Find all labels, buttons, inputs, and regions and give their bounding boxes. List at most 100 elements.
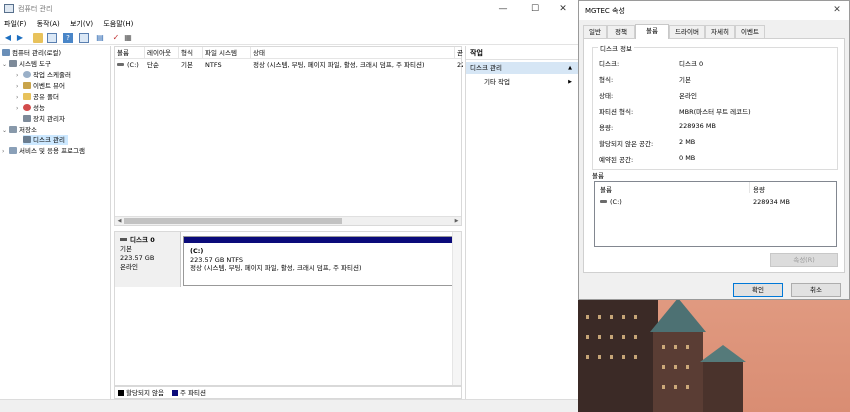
volumes-header-capacity[interactable]: 용량 — [753, 184, 765, 194]
type-cell: 기본 — [181, 61, 193, 69]
expand-arrow-icon[interactable]: › — [16, 104, 23, 114]
collapse-arrow-icon[interactable]: ⌄ — [2, 60, 9, 70]
column-header-layout[interactable]: 레이아웃 — [145, 47, 179, 59]
disk-state: 온라인 — [120, 263, 138, 271]
column-divider[interactable] — [749, 182, 750, 193]
partition-c[interactable]: (C:) 223.57 GB NTFS 정상 (시스템, 부팅, 페이지 파일,… — [183, 236, 459, 286]
menu-view[interactable]: 보기(V) — [66, 18, 97, 30]
tab-volumes[interactable]: 볼륨 — [635, 24, 669, 39]
maximize-button[interactable]: ☐ — [520, 0, 550, 18]
horizontal-scrollbar[interactable]: ◀ ▶ — [115, 216, 461, 225]
help-icon[interactable]: ? — [63, 33, 73, 43]
action-more-actions[interactable]: 기타 작업 ▶ — [466, 76, 578, 88]
column-header-type[interactable]: 형식 — [179, 47, 203, 59]
checklist-icon[interactable]: ✓ — [111, 33, 121, 43]
column-header-file-system[interactable]: 파일 시스템 — [203, 47, 251, 59]
collapse-triangle-icon[interactable]: ▲ — [568, 62, 572, 74]
vertical-scrollbar[interactable] — [452, 232, 461, 385]
menu-help[interactable]: 도움말(H) — [99, 18, 137, 30]
field-value-type: 기본 — [679, 76, 691, 84]
volume-properties-button[interactable]: 속성(R) — [770, 253, 838, 267]
tree-item-shared-folders[interactable]: › 공유 폴더 — [16, 92, 59, 102]
show-hide-console-tree-icon[interactable] — [47, 33, 57, 43]
up-folder-icon[interactable] — [33, 33, 43, 43]
submenu-triangle-icon: ▶ — [568, 79, 572, 85]
show-hide-action-pane-icon[interactable] — [79, 33, 89, 43]
close-button[interactable]: ✕ — [548, 0, 578, 18]
volume-cell: (C:) — [115, 60, 145, 71]
menu-bar: 파일(F) 동작(A) 보기(V) 도움말(H) — [0, 18, 578, 31]
properties-dialog: MGTEC 속성 ✕ 일반 정책 볼륨 드라이버 자세히 이벤트 디스크 정보 … — [578, 0, 850, 300]
collapse-arrow-icon[interactable]: ⌄ — [2, 126, 9, 136]
toolbar: ◀ ▶ ? ▤ ✓ ▦ — [0, 31, 578, 45]
tab-details[interactable]: 자세히 — [705, 25, 735, 38]
fs-cell: NTFS — [205, 61, 222, 69]
expand-arrow-icon[interactable]: › — [16, 71, 23, 81]
forward-arrow-icon[interactable]: ▶ — [15, 33, 25, 43]
back-arrow-icon[interactable]: ◀ — [3, 33, 13, 43]
field-value-disk: 디스크 0 — [679, 60, 704, 68]
disk-icon — [23, 136, 31, 143]
volumes-list[interactable]: 볼륨 용량 (C:) 228934 MB — [594, 181, 837, 247]
drive-icon — [600, 200, 607, 203]
volumes-header-volume[interactable]: 볼륨 — [600, 184, 612, 194]
menu-action[interactable]: 동작(A) — [33, 18, 64, 30]
disk-size: 223.57 GB — [120, 254, 155, 262]
field-label-partition-style: 파티션 형식: — [599, 108, 634, 116]
volumes-row-volume[interactable]: (C:) — [600, 198, 622, 206]
tree-item-disk-management[interactable]: 디스크 관리 — [23, 135, 68, 145]
view-icon[interactable]: ▦ — [123, 33, 133, 43]
tree-item-system-tools[interactable]: ⌄ 시스템 도구 — [2, 59, 51, 69]
tree-item-performance[interactable]: › 성능 — [16, 103, 45, 113]
tree-item-storage[interactable]: ⌄ 저장소 — [2, 125, 37, 135]
column-header-capacity[interactable]: 곧 — [455, 47, 463, 59]
drive-icon — [117, 63, 124, 66]
tab-driver[interactable]: 드라이버 — [669, 25, 705, 38]
ok-button[interactable]: 확인 — [733, 283, 783, 297]
scroll-left-icon[interactable]: ◀ — [115, 217, 124, 226]
field-label-type: 형식: — [599, 76, 614, 84]
disk-info-group: 디스크 정보 디스크: 디스크 0 형식: 기본 상태: 온라인 파티션 형식:… — [592, 43, 838, 170]
disk-info-title: 디스크 정보 — [598, 43, 634, 53]
field-label-disk: 디스크: — [599, 60, 620, 68]
console-tree: 컴퓨터 관리(로컬) ⌄ 시스템 도구 › 작업 스케줄러 › 이벤트 뷰어 › 공유 … — [0, 46, 111, 399]
status-bar — [0, 399, 578, 412]
field-label-reserved: 예약된 공간: — [599, 156, 634, 164]
tree-item-event-viewer[interactable]: › 이벤트 뷰어 — [16, 81, 65, 91]
menu-file[interactable]: 파일(F) — [0, 18, 30, 30]
unallocated-swatch — [118, 390, 124, 396]
computer-management-window: 컴퓨터 관리 — ☐ ✕ 파일(F) 동작(A) 보기(V) 도움말(H) ◀ … — [0, 0, 578, 412]
field-value-capacity: 228936 MB — [679, 122, 716, 130]
layout-cell: 단순 — [147, 61, 159, 69]
expand-arrow-icon[interactable]: › — [2, 147, 9, 157]
minimize-button[interactable]: — — [488, 0, 518, 18]
actions-pane: 작업 디스크 관리 ▲ 기타 작업 ▶ — [465, 46, 578, 399]
partition-label: (C:) — [190, 247, 204, 255]
primary-partition-swatch — [172, 390, 179, 396]
column-header-volume[interactable]: 볼륨 — [115, 47, 145, 59]
action-disk-management[interactable]: 디스크 관리 ▲ — [466, 62, 578, 74]
tree-item-task-scheduler[interactable]: › 작업 스케줄러 — [16, 70, 71, 80]
properties-icon[interactable]: ▤ — [95, 33, 105, 43]
scroll-right-icon[interactable]: ▶ — [452, 217, 461, 226]
performance-icon — [23, 104, 31, 111]
scrollbar-thumb[interactable] — [124, 218, 342, 224]
field-label-capacity: 용량: — [599, 124, 614, 132]
tab-events[interactable]: 이벤트 — [735, 25, 765, 38]
expand-arrow-icon[interactable]: › — [16, 93, 23, 103]
tree-item-services-apps[interactable]: › 서비스 및 응용 프로그램 — [2, 146, 85, 156]
services-icon — [9, 147, 17, 154]
tab-general[interactable]: 일반 — [583, 25, 607, 38]
cancel-button[interactable]: 취소 — [791, 283, 841, 297]
tree-item-device-manager[interactable]: 장치 관리자 — [23, 114, 65, 124]
tab-policies[interactable]: 정책 — [607, 25, 635, 38]
storage-icon — [9, 126, 17, 133]
tree-item-root[interactable]: 컴퓨터 관리(로컬) — [2, 48, 61, 58]
partition-info: (C:) 223.57 GB NTFS 정상 (시스템, 부팅, 페이지 파일,… — [190, 247, 362, 273]
dialog-close-button[interactable]: ✕ — [829, 3, 845, 17]
expand-arrow-icon[interactable]: › — [16, 82, 23, 92]
volume-row[interactable]: (C:) 단순 기본 NTFS 정상 (시스템, 부팅, 페이지 파일, 활성,… — [115, 60, 463, 71]
tools-icon — [9, 60, 17, 67]
column-header-status[interactable]: 상태 — [251, 47, 455, 59]
disk-0-label[interactable]: 디스크 0 기본 223.57 GB 온라인 — [115, 232, 181, 287]
